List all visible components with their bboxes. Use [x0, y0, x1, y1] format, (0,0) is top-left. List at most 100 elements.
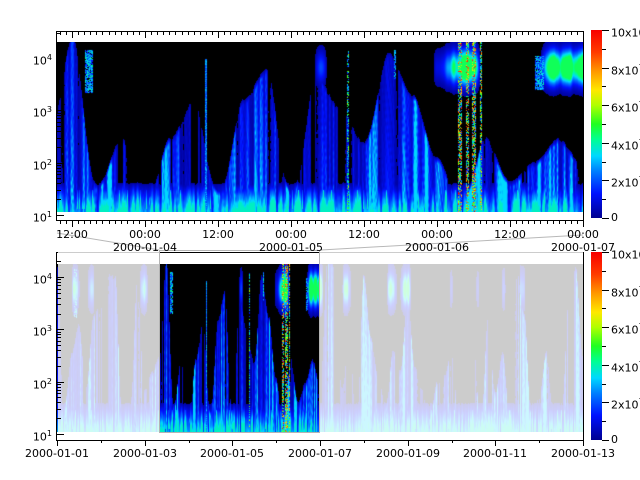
tick-mark: [57, 402, 61, 403]
tick-mark: [279, 32, 280, 35]
tick-mark: [212, 221, 213, 224]
tick-mark: [273, 32, 274, 35]
tick-mark: [96, 32, 97, 35]
y-tick-label: 101: [18, 208, 52, 226]
tick-mark: [57, 122, 61, 123]
tick-mark: [346, 221, 347, 224]
colorbar-tick-label: 10x107: [611, 23, 640, 37]
colorbar-tick-label: 0: [611, 433, 618, 447]
tick-mark: [242, 32, 243, 35]
tick-mark: [57, 350, 61, 351]
tick-mark: [407, 32, 408, 35]
tick-mark: [218, 32, 219, 38]
top-colorbar: [591, 30, 602, 218]
selection-box[interactable]: [159, 250, 320, 433]
y-tick-label: 103: [18, 103, 52, 121]
tick-mark: [602, 162, 606, 163]
tick-mark: [553, 221, 554, 224]
y-tick-label: 103: [18, 322, 52, 340]
tick-mark: [376, 221, 377, 224]
tick-mark: [602, 402, 609, 403]
tick-mark: [57, 279, 61, 280]
colorbar-tick-label: 2x107: [611, 173, 640, 187]
tick-mark: [320, 440, 321, 446]
tick-mark: [602, 271, 606, 272]
tick-mark: [297, 32, 298, 35]
tick-mark: [474, 32, 475, 35]
tick-mark: [431, 32, 432, 35]
tick-mark: [57, 66, 61, 67]
tick-mark: [602, 199, 606, 200]
tick-mark: [388, 32, 389, 35]
tick-mark: [285, 221, 286, 224]
tick-mark: [539, 440, 540, 443]
tick-mark: [401, 221, 402, 224]
tick-mark: [321, 32, 322, 35]
tick-mark: [206, 221, 207, 224]
tick-mark: [522, 221, 523, 224]
tick-mark: [115, 221, 116, 224]
tick-mark: [285, 32, 286, 35]
tick-mark: [57, 382, 64, 383]
tick-mark: [57, 366, 61, 367]
tick-mark: [145, 221, 146, 227]
tick-mark: [504, 221, 505, 224]
tick-mark: [602, 308, 606, 309]
tick-mark: [340, 32, 341, 35]
tick-mark: [56, 252, 57, 441]
tick-mark: [352, 221, 353, 224]
tick-mark: [57, 334, 61, 335]
tick-mark: [57, 110, 64, 111]
tick-mark: [57, 70, 61, 71]
tick-mark: [175, 32, 176, 35]
tick-mark: [334, 32, 335, 35]
tick-mark: [218, 221, 219, 227]
tick-mark: [133, 221, 134, 224]
tick-mark: [291, 221, 292, 227]
tick-mark: [57, 261, 61, 262]
tick-mark: [248, 221, 249, 224]
tick-mark: [419, 221, 420, 224]
tick-mark: [267, 32, 268, 35]
tick-mark: [602, 384, 606, 385]
tick-mark: [408, 440, 409, 446]
tick-mark: [57, 79, 61, 80]
tick-mark: [182, 221, 183, 224]
tick-mark: [200, 221, 201, 224]
tick-mark: [212, 32, 213, 35]
tick-mark: [328, 32, 329, 35]
x-tick-date-label: 2000-01-09: [376, 448, 440, 460]
tick-mark: [340, 221, 341, 224]
y-tick-label: 102: [18, 375, 52, 393]
tick-mark: [443, 32, 444, 35]
tick-mark: [57, 289, 61, 290]
tick-mark: [547, 32, 548, 35]
tick-mark: [510, 32, 511, 38]
tick-mark: [57, 393, 61, 394]
tick-mark: [163, 221, 164, 224]
tick-mark: [57, 95, 61, 96]
tick-mark: [169, 221, 170, 224]
colorbar-tick-label: 6x107: [611, 320, 640, 334]
tick-mark: [540, 32, 541, 35]
tick-mark: [261, 32, 262, 35]
tick-mark: [84, 32, 85, 35]
tick-mark: [57, 163, 64, 164]
tick-mark: [224, 32, 225, 35]
tick-mark: [309, 32, 310, 35]
x-tick-time-label: 12:00: [494, 229, 526, 241]
tick-mark: [169, 32, 170, 35]
tick-mark: [358, 32, 359, 35]
tick-mark: [413, 32, 414, 35]
tick-mark: [127, 32, 128, 35]
tick-mark: [236, 221, 237, 224]
tick-mark: [133, 32, 134, 35]
tick-mark: [498, 221, 499, 224]
x-tick-time-label: 12:00: [56, 229, 88, 241]
bottom-colorbar: [591, 252, 602, 440]
x-tick-date-label: 2000-01-11: [463, 448, 527, 460]
tick-mark: [492, 221, 493, 224]
dim-overlay-left: [58, 251, 160, 437]
tick-mark: [57, 126, 61, 127]
tick-mark: [57, 165, 61, 166]
